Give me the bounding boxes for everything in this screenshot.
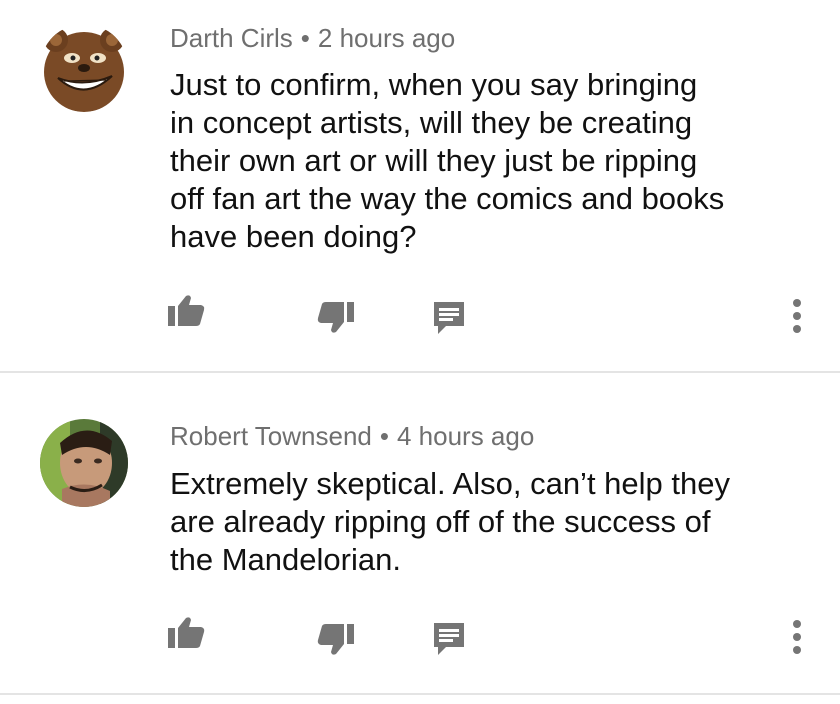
divider	[0, 693, 840, 695]
comment-text: Extremely skeptical. Also, can’t help th…	[170, 466, 730, 577]
separator-dot: •	[379, 421, 389, 451]
reply-icon[interactable]	[432, 621, 466, 662]
timestamp: 2 hours ago	[317, 23, 456, 53]
comment-item: Robert Townsend • 4 hours ago Extremely sk…	[0, 373, 840, 693]
comment-meta: Darth Cirls • 2 hours ago	[170, 22, 455, 54]
reply-icon[interactable]	[432, 300, 466, 341]
troll-bear-avatar-icon	[40, 24, 128, 112]
thumbs-up-icon[interactable]	[166, 294, 206, 333]
comment-item: Darth Cirls • 2 hours ago Just to confirm,…	[0, 0, 840, 372]
person-photo-avatar-icon	[40, 419, 128, 507]
author-name[interactable]: Robert Townsend	[170, 421, 372, 451]
thumbs-down-icon[interactable]	[316, 300, 356, 339]
thumbs-down-icon[interactable]	[316, 622, 356, 661]
avatar[interactable]	[40, 419, 128, 507]
comment-text: Just to confirm, when you say bringing i…	[170, 67, 725, 254]
comment-meta: Robert Townsend • 4 hours ago	[170, 420, 534, 452]
more-vert-icon[interactable]	[791, 619, 803, 660]
separator-dot: •	[300, 23, 310, 53]
avatar[interactable]	[40, 24, 128, 112]
thumbs-up-icon[interactable]	[166, 616, 206, 655]
more-vert-icon[interactable]	[791, 298, 803, 339]
timestamp: 4 hours ago	[396, 421, 535, 451]
author-name[interactable]: Darth Cirls	[170, 23, 293, 53]
